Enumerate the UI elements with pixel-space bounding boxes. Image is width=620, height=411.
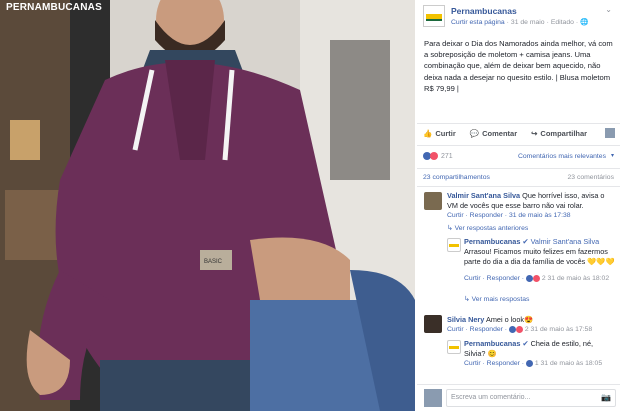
action-bar: 👍 Curtir 💬 Comentar ↪ Compartilhar: [423, 128, 615, 138]
brand-overlay: PERNAMBUCANAS: [6, 2, 102, 13]
composer-avatar[interactable]: [424, 389, 442, 407]
comment-actions[interactable]: Curtir · Responder ·: [447, 326, 507, 333]
post-photo[interactable]: BASIC PERNAMBUCANAS: [0, 0, 415, 411]
view-more-label: Ver mais respostas: [471, 296, 530, 303]
comment-react-count: 2: [524, 326, 529, 333]
sort-chevron-icon[interactable]: ▾: [611, 152, 614, 159]
share-icon: ↪: [531, 128, 538, 138]
camera-icon[interactable]: 📷: [601, 393, 611, 402]
comment-input[interactable]: Escreva um comentário... 📷: [446, 389, 616, 407]
globe-icon: 🌐: [580, 19, 589, 26]
comment-author[interactable]: Valmir Sant'ana Silva: [447, 191, 520, 200]
photo-illustration: BASIC: [0, 0, 415, 411]
comment-meta: Curtir · Responder · 2 31 de maio às 17:…: [447, 325, 617, 335]
check-icon: ✔: [522, 339, 529, 348]
like-reaction-icon: [525, 274, 533, 282]
post-text: Para deixar o Dia dos Namorados ainda me…: [424, 39, 613, 93]
post-date[interactable]: 31 de maio: [511, 19, 545, 26]
like-button[interactable]: Curtir: [435, 129, 455, 138]
comment-icon: 💬: [469, 128, 480, 138]
view-more-replies[interactable]: ↳ Ver mais respostas: [464, 295, 529, 305]
viewer-avatar-icon[interactable]: [605, 128, 615, 138]
comment-2: Silvia Nery Amei o look😍: [447, 315, 615, 325]
page-avatar[interactable]: [423, 5, 445, 27]
comment-actions[interactable]: Curtir · Responder · 31 de maio às 17:38: [447, 211, 571, 221]
reply-author[interactable]: Pernambucanas: [464, 237, 520, 246]
comment-text: Amei o look😍: [485, 315, 534, 324]
like-icon: 👍: [423, 128, 433, 138]
reply-react-count: 1: [534, 360, 539, 367]
reply-2: Pernambucanas ✔ Cheia de estilo, né, Sil…: [464, 339, 616, 359]
page-name[interactable]: Pernambucanas: [451, 6, 517, 16]
check-icon: ✔: [522, 237, 529, 246]
reply-actions[interactable]: Curtir · Responder ·: [464, 275, 524, 282]
comment-author[interactable]: Silvia Nery: [447, 315, 484, 324]
edited-label[interactable]: Editado: [551, 19, 574, 26]
reply-mention[interactable]: Valmir Sant'ana Silva: [531, 237, 600, 246]
hoodie-tag-text: BASIC: [204, 259, 223, 265]
reply-arrow-icon: ↳: [447, 225, 453, 232]
comment-1: Valmir Sant'ana Silva Que horrível isso,…: [447, 191, 615, 211]
page-reply-avatar[interactable]: [447, 238, 461, 252]
comment-placeholder: Escreva um comentário...: [451, 394, 531, 401]
commenter-avatar[interactable]: [424, 315, 442, 333]
reply-arrow-icon: ↳: [464, 296, 470, 303]
reply-date: 31 de maio às 18:05: [540, 360, 603, 367]
share-button[interactable]: Compartilhar: [540, 129, 587, 138]
reply-text: Arrasou! Ficamos muito felizes em fazerm…: [464, 247, 615, 266]
comments-count[interactable]: 23 comentários: [568, 174, 614, 181]
view-previous-label: Ver respostas anteriores: [454, 225, 529, 232]
reply-meta: Curtir · Responder · 1 31 de maio às 18:…: [464, 359, 616, 369]
like-reaction-icon: [508, 325, 516, 333]
commenter-avatar[interactable]: [424, 192, 442, 210]
love-reaction-icon: [515, 325, 523, 333]
reactions-count: 271: [441, 152, 453, 160]
reply-actions[interactable]: Curtir · Responder ·: [464, 360, 524, 367]
reply-meta: Curtir · Responder · 2 31 de maio às 18:…: [464, 274, 616, 284]
love-reaction-icon: [430, 152, 438, 160]
post-meta: Curtir esta página · 31 de maio · Editad…: [451, 18, 589, 27]
meta-dot-3: ·: [575, 18, 579, 26]
shares-count[interactable]: 23 compartilhamentos: [423, 174, 490, 181]
reply-date: 31 de maio às 18:02: [547, 275, 610, 282]
reply-1: Pernambucanas ✔ Valmir Sant'ana Silva Ar…: [464, 237, 616, 267]
meta-dot: ·: [506, 18, 509, 26]
reply-author[interactable]: Pernambucanas: [464, 339, 520, 348]
like-reaction-icon: [525, 359, 533, 367]
comment-button[interactable]: Comentar: [482, 129, 517, 138]
reaction-summary[interactable]: 271: [423, 152, 453, 160]
page-reply-avatar[interactable]: [447, 340, 461, 354]
view-previous-replies[interactable]: ↳ Ver respostas anteriores: [447, 224, 528, 234]
comment-date: 31 de maio às 17:58: [530, 326, 593, 333]
options-chevron-icon[interactable]: ⌄: [605, 5, 612, 14]
comment-sort[interactable]: Comentários mais relevantes: [518, 153, 606, 160]
reply-react-count: 2: [541, 275, 546, 282]
love-reaction-icon: [532, 274, 540, 282]
like-page-link[interactable]: Curtir esta página: [451, 19, 505, 26]
meta-dot-2: ·: [546, 18, 549, 26]
post-sidebar: Pernambucanas Curtir esta página · 31 de…: [417, 0, 620, 411]
